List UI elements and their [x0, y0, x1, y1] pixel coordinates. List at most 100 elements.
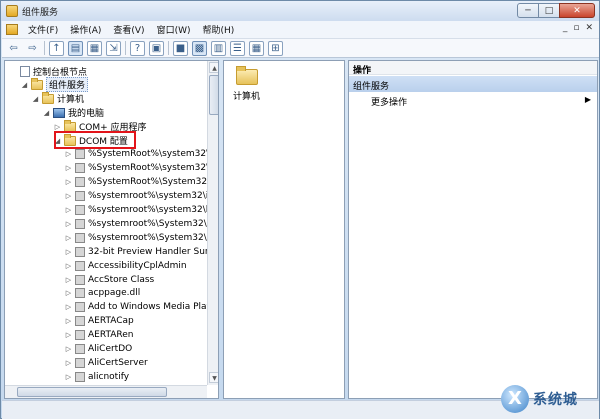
expand-arrow-icon[interactable]: ▷: [64, 276, 73, 284]
tree-item-label: AccessibilityCplAdmin: [88, 260, 187, 271]
tree-horizontal-scrollbar[interactable]: [5, 385, 207, 398]
large-icons-icon[interactable]: ▩: [192, 40, 207, 56]
expand-arrow-icon[interactable]: ▷: [64, 192, 73, 200]
maximize-icon: □: [544, 5, 554, 16]
h-scrollbar-thumb[interactable]: [17, 387, 167, 397]
folder-icon: [64, 133, 76, 146]
details-item-label[interactable]: 计算机: [233, 89, 260, 102]
scroll-up-icon[interactable]: ▲: [209, 62, 218, 73]
tree-vertical-scrollbar[interactable]: ▲ ▼: [207, 61, 218, 385]
expand-arrow-icon[interactable]: ▷: [64, 164, 73, 172]
computer-icon: [53, 107, 65, 118]
refresh-icon[interactable]: ⊞: [268, 40, 283, 56]
tree-item-label: AliCertServer: [88, 357, 148, 368]
help-icon[interactable]: ?: [130, 40, 145, 56]
component-icon: [75, 260, 85, 271]
tree-item[interactable]: ▷ AERTARen: [64, 328, 134, 342]
tree-item[interactable]: ▷ AERTACap: [64, 314, 134, 328]
tree-item[interactable]: ▷ acppage.dll: [64, 286, 140, 300]
tree-item[interactable]: ◢ 组件服务: [20, 77, 89, 93]
menu-action[interactable]: 操作(A): [64, 23, 107, 36]
list-view-icon[interactable]: ☰: [230, 40, 245, 56]
collapse-arrow-icon[interactable]: ◢: [20, 81, 29, 89]
menu-window[interactable]: 窗口(W): [151, 23, 197, 36]
watermark: X 系统城: [501, 382, 591, 416]
console-icon[interactable]: ▣: [149, 40, 164, 56]
tree-item[interactable]: ▷ %SystemRoot%\System32\fu: [64, 175, 218, 189]
menu-view[interactable]: 查看(V): [107, 23, 150, 36]
console-tree-icon[interactable]: ▤: [68, 40, 83, 56]
tree-item[interactable]: ◢ DCOM 配置: [53, 133, 128, 148]
collapse-arrow-icon[interactable]: ◢: [31, 95, 40, 103]
tree-item[interactable]: ▷ 32-bit Preview Handler Surro: [64, 245, 217, 259]
scroll-down-icon[interactable]: ▼: [209, 372, 218, 383]
expand-arrow-icon[interactable]: ▷: [64, 359, 73, 367]
component-icon: [75, 205, 85, 215]
mdi-close-icon[interactable]: ✕: [585, 23, 593, 33]
computer-folder-icon[interactable]: [236, 66, 258, 85]
tree-item[interactable]: ▷ Add to Windows Media Play: [64, 300, 212, 314]
tree-item[interactable]: ▷ %systemroot%\System32\U: [64, 231, 213, 245]
menu-help[interactable]: 帮助(H): [197, 23, 241, 36]
forward-icon[interactable]: ⇨: [25, 41, 40, 56]
expand-arrow-icon[interactable]: ▷: [64, 289, 73, 297]
actions-section-component-services[interactable]: 组件服务: [349, 76, 597, 92]
collapse-arrow-icon[interactable]: ◢: [42, 109, 51, 117]
details-view-icon[interactable]: ▦: [249, 40, 264, 56]
back-icon[interactable]: ⇦: [6, 41, 21, 56]
tree-item[interactable]: ▷ AccessibilityCplAdmin: [64, 259, 187, 273]
expand-arrow-icon[interactable]: ▷: [64, 262, 73, 270]
component-icon: [75, 371, 85, 382]
up-folder-icon[interactable]: ↑: [49, 40, 64, 56]
export-icon[interactable]: ⇲: [106, 40, 121, 56]
more-actions-item[interactable]: 更多操作 ▶: [371, 95, 591, 109]
tree-item[interactable]: ▷ %systemroot%\System32\U: [64, 217, 213, 231]
collapse-arrow-icon[interactable]: ◢: [53, 137, 62, 145]
tree-item[interactable]: ▷ %systemroot%\system32\in: [64, 189, 214, 203]
small-icons-icon[interactable]: ▥: [211, 40, 226, 56]
expand-arrow-icon[interactable]: ▷: [64, 331, 73, 339]
expand-arrow-icon[interactable]: ▷: [53, 123, 62, 131]
tree-item[interactable]: ▷ %SystemRoot%\system32\cc: [64, 161, 218, 175]
expand-arrow-icon[interactable]: ▷: [64, 234, 73, 242]
actions-pane: 操作 组件服务 更多操作 ▶: [348, 60, 598, 399]
minimize-button[interactable]: ─: [517, 3, 539, 18]
tree-item-label: alicnotify: [88, 371, 130, 382]
expand-arrow-icon[interactable]: ▷: [64, 345, 73, 353]
expand-arrow-icon[interactable]: ▷: [64, 178, 73, 186]
maximize-button[interactable]: □: [538, 3, 560, 18]
tree-item[interactable]: ◢ 计算机: [31, 91, 84, 106]
close-button[interactable]: ✕: [559, 3, 595, 18]
properties-icon[interactable]: ▦: [87, 40, 102, 56]
expand-arrow-icon[interactable]: ▷: [64, 317, 73, 325]
tree-item[interactable]: ▷ AliCertDO: [64, 342, 132, 356]
menu-file[interactable]: 文件(F): [22, 23, 64, 36]
tree-item[interactable]: ▷ %systemroot%\system32\lp: [64, 203, 214, 217]
scrollbar-thumb[interactable]: [209, 75, 218, 115]
tree-item-label: 组件服务: [46, 77, 89, 93]
tree-item[interactable]: 控制台根节点: [9, 64, 87, 78]
expand-arrow-icon[interactable]: ▷: [64, 150, 73, 158]
menu-app-icon[interactable]: [6, 24, 18, 35]
tree-item[interactable]: ▷ COM+ 应用程序: [53, 119, 147, 134]
toolbar-separator: [168, 41, 169, 55]
watermark-logo-icon: X: [501, 385, 529, 413]
expand-arrow-icon[interactable]: ▷: [64, 303, 73, 311]
mdi-restore-icon[interactable]: ▫: [573, 23, 579, 33]
tree-item-label: %systemroot%\system32\lp: [88, 205, 214, 215]
tree-item[interactable]: ▷ %SystemRoot%\system32\a: [64, 147, 215, 161]
tree-item-label: acppage.dll: [88, 288, 141, 299]
tree-item[interactable]: ▷ AccStore Class: [64, 273, 154, 287]
mdi-minimize-icon[interactable]: _: [563, 23, 568, 33]
expand-arrow-icon[interactable]: ▷: [64, 373, 73, 381]
menu-bar: 文件(F) 操作(A) 查看(V) 窗口(W) 帮助(H) _ ▫ ✕: [2, 21, 599, 38]
tree-item[interactable]: ▷ AliCertServer: [64, 356, 148, 370]
tree-item[interactable]: ▷ alicnotify: [64, 370, 129, 384]
expand-arrow-icon[interactable]: ▷: [64, 220, 73, 228]
expand-arrow-icon[interactable]: ▷: [64, 248, 73, 256]
tree-item[interactable]: ◢ 我的电脑: [42, 106, 104, 120]
submenu-arrow-icon: ▶: [584, 95, 591, 104]
expand-arrow-icon[interactable]: ▷: [64, 206, 73, 214]
stop-icon[interactable]: ■: [173, 40, 188, 56]
component-icon: [75, 218, 85, 229]
